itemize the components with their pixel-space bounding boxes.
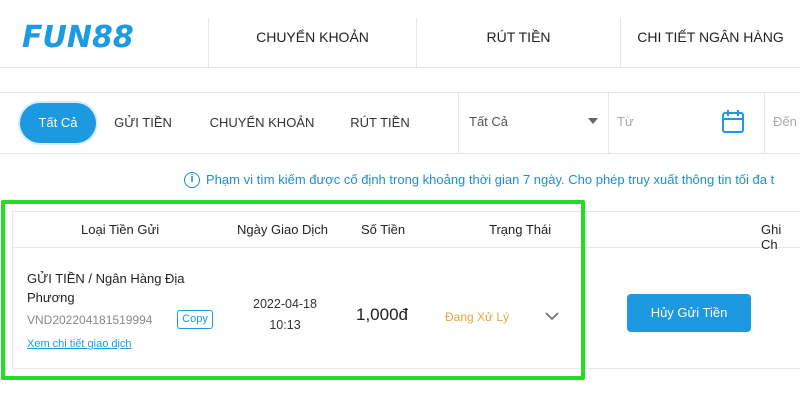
filter-pill-all[interactable]: Tất Cả <box>20 103 96 143</box>
brand-logo[interactable]: FUN88 <box>22 20 134 55</box>
header-date: Ngày Giao Dịch <box>237 222 329 237</box>
reference-number: VND202204181519994 <box>27 313 153 327</box>
table-header: Loại Tiền Gửi Ngày Giao Dịch Số Tiền Trạ… <box>13 212 800 252</box>
header-notes: Ghi Ch <box>761 222 782 252</box>
date-to-field[interactable]: Đến <box>764 92 800 154</box>
deposit-type: GỬI TIỀN / Ngân Hàng Địa Phương <box>27 269 217 307</box>
notice-text: Phạm vi tìm kiếm được cố định trong khoả… <box>206 172 775 188</box>
date-from-field[interactable]: Từ <box>608 92 764 154</box>
deposit-type-line2: Phương <box>27 290 75 305</box>
chevron-down-icon[interactable] <box>544 308 560 324</box>
tab-bank-details[interactable]: CHI TIẾT NGÂN HÀNG <box>620 18 800 68</box>
transaction-amount: 1,000đ <box>356 305 408 324</box>
caret-down-icon <box>588 118 598 124</box>
filter-pill-deposit[interactable]: GỬI TIỀN <box>108 103 178 143</box>
status-badge: Đang Xử Lý <box>445 310 510 324</box>
tab-withdraw[interactable]: RÚT TIỀN <box>416 18 620 68</box>
type-filter-pills: Tất Cả GỬI TIỀN CHUYỂN KHOẢN RÚT TIỀN <box>12 99 458 149</box>
filter-pill-withdraw[interactable]: RÚT TIỀN <box>340 103 420 143</box>
info-icon: i <box>184 171 200 188</box>
transaction-datetime: 2022-04-18 10:13 <box>249 294 321 336</box>
tab-transfer[interactable]: CHUYỂN KHOẢN <box>208 18 416 68</box>
calendar-icon[interactable] <box>721 108 745 134</box>
top-nav: FUN88 CHUYỂN KHOẢN RÚT TIỀN CHI TIẾT NGÂ… <box>0 0 800 68</box>
transaction-time: 10:13 <box>269 318 301 332</box>
table-row: GỬI TIỀN / Ngân Hàng Địa Phương VND20220… <box>13 249 800 369</box>
status-select[interactable]: Tất Cả <box>458 92 608 154</box>
cancel-deposit-button[interactable]: Hủy Gửi Tiền <box>627 294 751 332</box>
status-select-value: Tất Cả <box>469 114 509 129</box>
date-from-placeholder: Từ <box>617 114 634 129</box>
copy-button[interactable]: Copy <box>177 310 213 329</box>
header-amount: Số Tiền <box>361 222 406 237</box>
header-divider <box>586 212 587 248</box>
header-status: Trạng Thái <box>489 222 552 237</box>
transaction-date: 2022-04-18 <box>253 297 317 311</box>
header-deposit-type: Loại Tiền Gửi <box>81 222 160 237</box>
deposit-type-line1: GỬI TIỀN / Ngân Hàng Địa <box>27 271 185 286</box>
search-range-notice: i Phạm vi tìm kiếm được cố định trong kho… <box>184 171 774 191</box>
filter-pill-transfer[interactable]: CHUYỂN KHOẢN <box>202 103 322 143</box>
date-to-placeholder: Đến <box>773 114 797 129</box>
view-details-link[interactable]: Xem chi tiết giao dịch <box>27 338 132 350</box>
transactions-table: Loại Tiền Gửi Ngày Giao Dịch Số Tiền Trạ… <box>12 211 800 369</box>
